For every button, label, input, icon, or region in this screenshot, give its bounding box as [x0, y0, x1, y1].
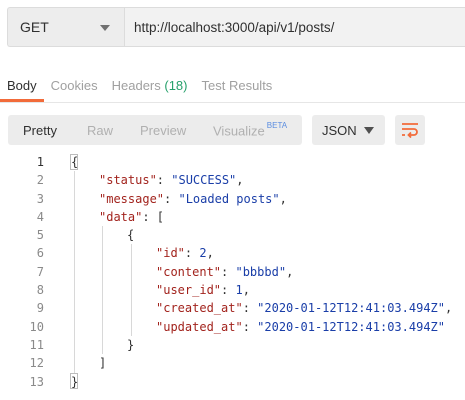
- code-line: 4 "data": [: [0, 208, 465, 226]
- code-text: ]: [99, 356, 107, 371]
- line-number: 12: [29, 356, 44, 371]
- chevron-down-icon: [364, 127, 374, 134]
- url-input[interactable]: http://localhost:3000/api/v1/posts/: [124, 7, 465, 47]
- tab-cookies[interactable]: Cookies: [44, 72, 105, 102]
- beta-badge: BETA: [266, 121, 288, 130]
- line-number: 8: [36, 283, 44, 298]
- code-line: 12 ]: [0, 354, 465, 372]
- view-raw-button[interactable]: Raw: [87, 123, 113, 138]
- code-line: 11 }: [0, 336, 465, 354]
- line-number: 4: [36, 209, 44, 224]
- url-text: http://localhost:3000/api/v1/posts/: [134, 19, 335, 35]
- view-mode-group: Pretty Raw Preview Visualize BETA: [8, 115, 302, 145]
- code-text: "created_at": "2020-01-12T12:41:03.494Z"…: [156, 301, 453, 316]
- line-number: 11: [29, 337, 44, 352]
- line-number: 9: [36, 301, 44, 316]
- view-pretty-button[interactable]: Pretty: [23, 123, 57, 138]
- code-line: 13 }: [0, 373, 465, 391]
- code-text: "message": "Loaded posts",: [99, 191, 287, 206]
- format-label: JSON: [322, 122, 357, 138]
- wrap-lines-icon: [402, 123, 418, 138]
- response-body-viewer: 1 { 2 "status": "SUCCESS", 3 "message": …: [0, 153, 465, 391]
- line-number: 2: [36, 173, 44, 188]
- tab-headers[interactable]: Headers (18): [105, 72, 195, 102]
- code-line: 1 {: [0, 153, 465, 171]
- line-number: 1: [36, 155, 44, 169]
- response-tabs: Body Cookies Headers (18) Test Results: [0, 72, 279, 102]
- code-text: "content": "bbbbd",: [156, 264, 294, 279]
- code-text: }: [71, 374, 79, 389]
- view-preview-button[interactable]: Preview: [140, 123, 186, 138]
- method-select[interactable]: GET: [7, 7, 124, 47]
- line-number: 10: [29, 319, 44, 334]
- method-label: GET: [20, 19, 49, 35]
- headers-count-badge: (18): [164, 78, 188, 93]
- line-number: 13: [29, 374, 44, 389]
- tab-body[interactable]: Body: [0, 72, 44, 102]
- code-line: 8 "user_id": 1,: [0, 281, 465, 299]
- request-bar: GET http://localhost:3000/api/v1/posts/: [7, 7, 465, 47]
- code-text: {: [127, 228, 135, 243]
- line-number: 6: [36, 246, 44, 261]
- code-line: 6 "id": 2,: [0, 244, 465, 262]
- code-text: }: [127, 337, 135, 352]
- format-select[interactable]: JSON: [312, 115, 385, 145]
- code-text: "status": "SUCCESS",: [99, 173, 244, 188]
- code-text: {: [71, 155, 79, 169]
- view-visualize-button[interactable]: Visualize BETA: [213, 121, 288, 138]
- code-line: 9 "created_at": "2020-01-12T12:41:03.494…: [0, 299, 465, 317]
- line-number: 5: [36, 228, 44, 243]
- code-text: "updated_at": "2020-01-12T12:41:03.494Z": [156, 319, 445, 334]
- code-line: 3 "message": "Loaded posts",: [0, 190, 465, 208]
- code-line: 10 "updated_at": "2020-01-12T12:41:03.49…: [0, 318, 465, 336]
- tabs-divider: [0, 102, 465, 103]
- chevron-down-icon: [100, 25, 110, 31]
- line-number: 7: [36, 264, 44, 279]
- code-line: 2 "status": "SUCCESS",: [0, 171, 465, 189]
- tab-test-results[interactable]: Test Results: [195, 72, 280, 102]
- wrap-lines-button[interactable]: [395, 115, 425, 145]
- code-line: 7 "content": "bbbbd",: [0, 263, 465, 281]
- code-text: "id": 2,: [156, 246, 214, 261]
- code-line: 5 {: [0, 226, 465, 244]
- line-number: 3: [36, 191, 44, 206]
- code-text: "user_id": 1,: [156, 283, 250, 298]
- code-text: "data": [: [99, 209, 165, 224]
